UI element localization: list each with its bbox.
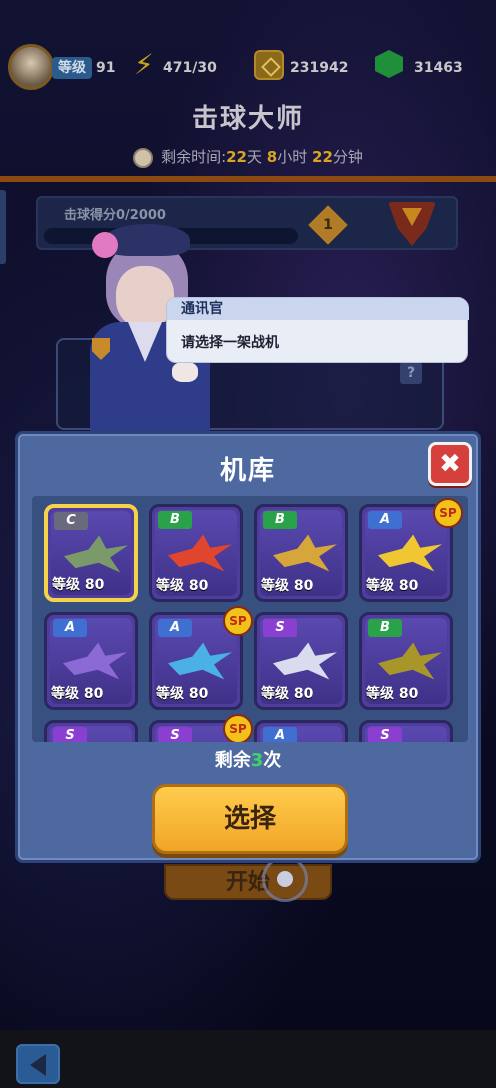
bottom-bar (0, 1030, 496, 1088)
gem-value: 31463 (414, 60, 463, 76)
player-avatar[interactable] (8, 44, 54, 90)
plane-card[interactable]: S (44, 720, 138, 742)
back-arrow-icon (30, 1054, 46, 1076)
sp-badge: SP (433, 498, 463, 528)
plane-grade-badge: B (158, 511, 192, 529)
plane-grade-badge: S (368, 727, 402, 742)
dialog-box: 通讯官 请选择一架战机 (166, 297, 469, 363)
close-x-icon: ✖ (439, 449, 461, 479)
plane-level: 等级 80 (156, 578, 209, 594)
dialog-speaker: 通讯官 (167, 298, 469, 320)
timer-days-unit: 天 (247, 148, 263, 166)
plane-card[interactable]: A (254, 720, 348, 742)
plane-card[interactable]: S 等级 80 (254, 612, 348, 710)
divider (0, 176, 496, 182)
plane-grade-badge: S (158, 727, 192, 742)
hangar-modal: 机库 ✖ C 等级 80 B 等级 80 B 等级 80 A 等级 80 SP A 等级 80 A 等级… (15, 431, 481, 863)
dialog-message: 请选择一架战机 (181, 335, 279, 351)
energy-icon: ⚡ (134, 48, 154, 81)
plane-grid[interactable]: C 等级 80 B 等级 80 B 等级 80 A 等级 80 SP A 等级 80 A 等级 80 SP… (32, 496, 468, 742)
score-label: 击球得分0/2000 (64, 208, 166, 223)
plane-level: 等级 80 (51, 686, 104, 702)
select-button-label: 选择 (223, 804, 276, 834)
level-value: 91 (96, 60, 116, 76)
coin-icon (254, 50, 284, 80)
gem-icon (375, 50, 403, 78)
timer-days: 22 (226, 148, 247, 166)
timer-hours-unit: 小时 (277, 148, 308, 166)
rank-emblem-icon (388, 202, 436, 246)
energy-value: 471/30 (163, 60, 217, 76)
plane-card[interactable]: A 等级 80 (44, 612, 138, 710)
coin-value: 231942 (290, 60, 349, 76)
side-tab[interactable] (0, 190, 6, 264)
remaining-prefix: 剩余 (214, 750, 251, 771)
close-button[interactable]: ✖ (428, 442, 472, 486)
top-status-bar: 等级 91 ⚡ 471/30 231942 31463 (0, 40, 496, 96)
event-timer: 剩余时间:22天 8小时 22分钟 (0, 146, 496, 168)
plane-level: 等级 80 (156, 686, 209, 702)
plane-level: 等级 80 (366, 578, 419, 594)
timer-hours: 8 (266, 148, 278, 166)
plane-grade-badge: A (53, 619, 87, 637)
remaining-uses: 剩余3次 (18, 746, 478, 772)
plane-grade-badge: S (53, 727, 87, 742)
plane-grade-badge: C (54, 512, 88, 530)
plane-grade-badge: B (368, 619, 402, 637)
plane-grade-badge: A (263, 727, 297, 742)
plane-card[interactable]: B 等级 80 (254, 504, 348, 602)
flower-icon (92, 232, 118, 258)
timer-minutes: 22 (312, 148, 333, 166)
plane-level: 等级 80 (366, 686, 419, 702)
clock-icon (133, 147, 154, 168)
timer-label: 剩余时间: (161, 148, 227, 166)
remaining-suffix: 次 (263, 750, 282, 771)
plane-grade-badge: A (158, 619, 192, 637)
plane-grade-badge: B (263, 511, 297, 529)
select-button[interactable]: 选择 (152, 784, 348, 854)
rank-number: 1 (323, 217, 333, 233)
timer-minutes-unit: 分钟 (332, 148, 363, 166)
plane-level: 等级 80 (52, 577, 105, 593)
plane-level: 等级 80 (261, 578, 314, 594)
sp-badge: SP (223, 606, 253, 636)
plane-grade-badge: A (368, 511, 402, 529)
back-button[interactable] (16, 1044, 60, 1084)
plane-card[interactable]: B 等级 80 (359, 612, 453, 710)
hangar-title: 机库 (219, 456, 276, 486)
remaining-count: 3 (250, 750, 264, 771)
plane-card[interactable]: S (359, 720, 453, 742)
plane-grade-badge: S (263, 619, 297, 637)
plane-card[interactable]: C 等级 80 (44, 504, 138, 602)
help-icon[interactable]: ? (400, 362, 422, 384)
level-label: 等级 (52, 57, 92, 79)
plane-card[interactable]: B 等级 80 (149, 504, 243, 602)
event-title: 击球大师 (191, 104, 304, 134)
sp-badge: SP (223, 714, 253, 742)
plane-level: 等级 80 (261, 686, 314, 702)
